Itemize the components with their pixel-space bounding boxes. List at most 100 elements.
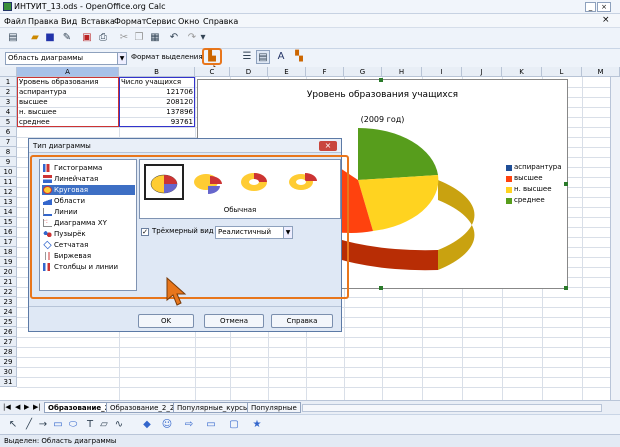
close-document-icon[interactable]: ×	[602, 15, 610, 25]
save-icon[interactable]: ■	[43, 31, 57, 45]
open-folder-icon[interactable]: ▰	[28, 31, 42, 45]
menu-edit[interactable]: Правка	[28, 17, 58, 26]
row-header[interactable]: 7	[0, 137, 17, 147]
row-header[interactable]: 26	[0, 327, 17, 337]
col-header-a[interactable]: A	[17, 67, 119, 77]
tab-sheet-popular-courses[interactable]: Популярные_курсы	[173, 402, 253, 413]
col-header-j[interactable]: J	[462, 67, 502, 77]
row-header[interactable]: 9	[0, 157, 17, 167]
col-header-c[interactable]: C	[195, 67, 230, 77]
row-header[interactable]: 5	[0, 117, 17, 127]
corner-select-all[interactable]	[0, 67, 17, 77]
resize-handle[interactable]	[379, 78, 383, 82]
row-header[interactable]: 2	[0, 87, 17, 97]
cell-b2[interactable]: 121706	[121, 87, 193, 97]
vertical-scrollbar[interactable]	[610, 77, 620, 400]
row-header[interactable]: 10	[0, 167, 17, 177]
callout-tool-icon[interactable]: ▱	[97, 418, 111, 432]
col-header-m[interactable]: M	[582, 67, 620, 77]
col-header-f[interactable]: F	[306, 67, 344, 77]
row-header[interactable]: 21	[0, 277, 17, 287]
row-header[interactable]: 12	[0, 187, 17, 197]
cell-a1[interactable]: Уровень образования	[19, 77, 118, 87]
rectangle-tool-icon[interactable]: ▭	[51, 418, 65, 432]
print-icon[interactable]: ⎙	[96, 31, 110, 45]
chevron-down-icon[interactable]: ▼	[117, 53, 126, 64]
toolbar-more-icon[interactable]: ▾	[200, 31, 206, 45]
resize-handle[interactable]	[564, 286, 568, 290]
row-header[interactable]: 23	[0, 297, 17, 307]
export-pdf-icon[interactable]: ▣	[80, 31, 94, 45]
cell-a5[interactable]: среднее	[19, 117, 118, 127]
col-header-d[interactable]: D	[230, 67, 268, 77]
row-header[interactable]: 20	[0, 267, 17, 277]
cut-icon[interactable]: ✂	[117, 31, 131, 45]
col-header-e[interactable]: E	[268, 67, 306, 77]
pie-slice-secondary[interactable]	[358, 127, 438, 180]
curve-tool-icon[interactable]: ∿	[112, 418, 126, 432]
row-header[interactable]: 16	[0, 227, 17, 237]
undo-icon[interactable]: ↶	[167, 31, 181, 45]
row-header[interactable]: 14	[0, 207, 17, 217]
tab-sheet-education-2-2[interactable]: Образование_2_2	[106, 402, 179, 413]
chart-type-icon[interactable]: ▙	[205, 50, 219, 64]
menu-window[interactable]: Окно	[178, 17, 199, 26]
row-header[interactable]: 11	[0, 177, 17, 187]
menu-file[interactable]: Файл	[4, 17, 26, 26]
cell-b5[interactable]: 93761	[121, 117, 193, 127]
col-header-i[interactable]: I	[422, 67, 462, 77]
legend-toggle-icon[interactable]: ▤	[256, 50, 270, 64]
redo-icon[interactable]: ↷	[185, 31, 199, 45]
tab-nav-next-icon[interactable]: ▶	[24, 403, 29, 411]
col-header-b[interactable]: B	[119, 67, 195, 77]
cell-b4[interactable]: 137896	[121, 107, 193, 117]
col-header-l[interactable]: L	[542, 67, 582, 77]
resize-handle[interactable]	[564, 182, 568, 186]
paste-icon[interactable]: ▦	[148, 31, 162, 45]
tab-sheet-education-2[interactable]: Образование_2	[44, 402, 114, 413]
cancel-button[interactable]: Отмена	[204, 314, 264, 328]
row-header[interactable]: 15	[0, 217, 17, 227]
block-arrows-icon[interactable]: ⇨	[182, 418, 196, 432]
row-header[interactable]: 27	[0, 337, 17, 347]
row-header[interactable]: 13	[0, 197, 17, 207]
select-arrow-icon[interactable]: ↖	[6, 418, 20, 432]
row-header[interactable]: 1	[0, 77, 17, 87]
edit-file-icon[interactable]: ✎	[60, 31, 74, 45]
tab-nav-first-icon[interactable]: |◀	[3, 403, 11, 411]
tab-nav-prev-icon[interactable]: ◀	[15, 403, 20, 411]
row-header[interactable]: 28	[0, 347, 17, 357]
close-button[interactable]: ×	[597, 2, 611, 12]
menu-help[interactable]: Справка	[203, 17, 238, 26]
col-header-h[interactable]: H	[382, 67, 422, 77]
horizontal-scrollbar[interactable]	[302, 404, 602, 412]
menu-format[interactable]: Формат	[114, 17, 146, 26]
resize-handle[interactable]	[379, 286, 383, 290]
row-header[interactable]: 4	[0, 107, 17, 117]
callouts-icon[interactable]: ▢	[227, 418, 241, 432]
row-header[interactable]: 30	[0, 367, 17, 377]
row-header[interactable]: 25	[0, 317, 17, 327]
chart-element-combo[interactable]: Область диаграммы ▼	[5, 52, 127, 65]
menu-tools[interactable]: Сервис	[146, 17, 176, 26]
row-header[interactable]: 17	[0, 237, 17, 247]
col-header-k[interactable]: K	[502, 67, 542, 77]
stars-icon[interactable]: ★	[250, 418, 264, 432]
format-selection-button[interactable]: Формат выделения	[131, 53, 203, 61]
cell-b1[interactable]: Число учащихся	[121, 77, 194, 87]
help-button[interactable]: Справка	[271, 314, 333, 328]
row-header[interactable]: 24	[0, 307, 17, 317]
col-header-g[interactable]: G	[344, 67, 382, 77]
arrow-line-icon[interactable]: →	[36, 418, 50, 432]
tab-sheet-popular[interactable]: Популярные	[247, 402, 301, 413]
menu-view[interactable]: Вид	[61, 17, 77, 26]
ellipse-tool-icon[interactable]: ⬭	[66, 418, 80, 432]
scale-text-icon[interactable]: A	[274, 50, 288, 64]
row-header[interactable]: 29	[0, 357, 17, 367]
flowchart-icon[interactable]: ▭	[204, 418, 218, 432]
cell-a2[interactable]: аспирантура	[19, 87, 118, 97]
row-header[interactable]: 3	[0, 97, 17, 107]
basic-shapes-icon[interactable]: ◆	[140, 418, 154, 432]
line-tool-icon[interactable]: ╱	[22, 418, 36, 432]
text-tool-icon[interactable]: T	[83, 418, 97, 432]
